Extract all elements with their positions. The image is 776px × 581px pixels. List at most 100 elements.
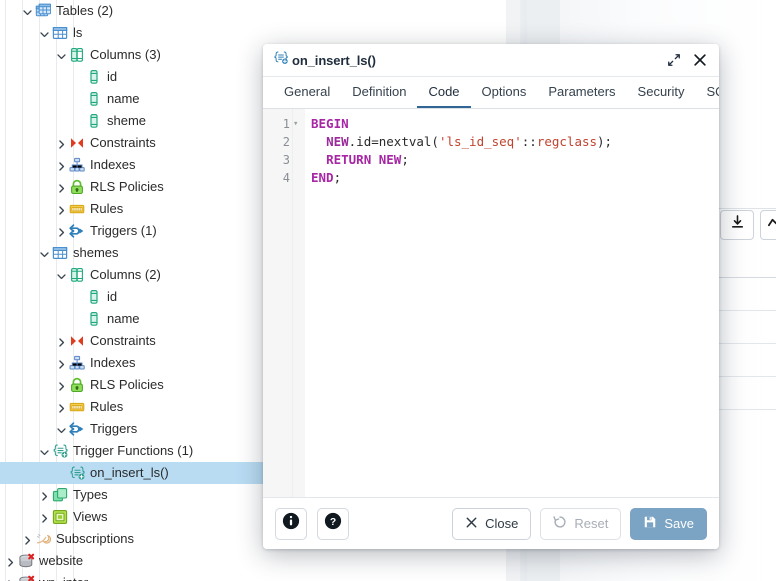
columns-icon (68, 47, 86, 63)
tree-item-label: RLS Policies (90, 377, 164, 392)
tree-twisty-none (54, 462, 68, 484)
trigger-function-icon (273, 50, 289, 71)
constraints-icon (68, 333, 86, 349)
chevron-right-icon[interactable] (54, 132, 68, 154)
editor-gutter: 1 2 3 4 (263, 109, 293, 497)
chevron-down-icon[interactable] (37, 242, 51, 264)
info-button[interactable] (275, 507, 307, 540)
column-icon (85, 311, 103, 327)
tab-code[interactable]: Code (417, 77, 471, 108)
chevron-right-icon[interactable] (3, 572, 17, 581)
code-token: BEGIN (311, 116, 349, 131)
tree-item-label: Triggers (90, 421, 138, 436)
close-button-label: Close (485, 516, 519, 531)
code-token: regclass (536, 134, 598, 149)
save-button[interactable]: Save (630, 507, 707, 540)
chevron-down-icon[interactable] (37, 22, 51, 44)
fold-slot (293, 169, 305, 187)
code-line[interactable]: RETURN NEW; (311, 151, 719, 169)
column-icon (85, 91, 103, 107)
indexes-icon (68, 157, 86, 173)
chevron-right-icon[interactable] (54, 198, 68, 220)
line-number: 1 (282, 117, 290, 131)
tree-item-label: Indexes (90, 157, 136, 172)
help-button[interactable]: ? (317, 507, 349, 540)
tab-options[interactable]: Options (471, 77, 538, 108)
chevron-right-icon[interactable] (54, 154, 68, 176)
tab-parameters[interactable]: Parameters (537, 77, 626, 108)
tree-item-wp-inter[interactable]: wp_inter (0, 572, 505, 581)
column-icon (85, 113, 103, 129)
chevron-right-icon[interactable] (3, 550, 17, 572)
chevron-down-icon[interactable] (20, 0, 34, 22)
code-editor[interactable]: 1 2 3 4 ▾ BEGIN NEW.id=nextval('ls_id_seq':… (263, 109, 719, 497)
rules-icon (68, 399, 86, 415)
chevron-right-icon[interactable] (54, 176, 68, 198)
chevron-down-icon[interactable] (54, 264, 68, 286)
download-button[interactable] (720, 210, 754, 240)
reset-button[interactable]: Reset (540, 507, 622, 540)
tree-item-label: Rules (90, 399, 124, 414)
code-token: ; (333, 170, 342, 185)
tree-item-label: Tables (2) (56, 3, 114, 18)
close-button[interactable]: Close (452, 507, 532, 540)
column-icon (85, 69, 103, 85)
dialog-tabbar[interactable]: General Definition Code Options Parameters Se… (263, 77, 719, 109)
views-icon (51, 509, 69, 525)
chevron-right-icon[interactable] (54, 374, 68, 396)
code-line[interactable]: NEW.id=nextval('ls_id_seq'::regclass); (311, 133, 719, 151)
tree-item-website[interactable]: website (0, 550, 505, 572)
graph-visualiser-button[interactable] (760, 210, 776, 240)
right-panel-toolbar (720, 210, 776, 240)
line-number: 3 (282, 153, 290, 167)
tab-sql[interactable]: SQL (696, 77, 719, 108)
database-disconnected-icon (17, 553, 35, 569)
chevron-right-icon[interactable] (37, 484, 51, 506)
tab-definition[interactable]: Definition (341, 77, 417, 108)
tab-security[interactable]: Security (627, 77, 696, 108)
editor-code-area[interactable]: BEGIN NEW.id=nextval('ls_id_seq'::regcla… (305, 109, 719, 497)
code-line[interactable]: END; (311, 169, 719, 187)
table-icon (51, 25, 69, 41)
tree-item-label: Indexes (90, 355, 136, 370)
dialog-title: on_insert_ls() (292, 52, 376, 68)
tree-item-label: ls (73, 25, 83, 40)
chevron-right-icon[interactable] (54, 396, 68, 418)
reset-icon (553, 515, 567, 532)
tree-item-label: id (107, 289, 118, 304)
tree-twisty-none (71, 88, 85, 110)
trigger-function-icon (68, 465, 86, 482)
info-icon (282, 512, 300, 535)
fold-marker-icon[interactable]: ▾ (293, 115, 305, 133)
chevron-down-icon[interactable] (54, 418, 68, 440)
tree-twisty-none (71, 110, 85, 132)
expand-icon[interactable] (667, 53, 681, 67)
tree-item-label: Constraints (90, 333, 156, 348)
chevron-right-icon[interactable] (37, 506, 51, 528)
code-token: END (311, 170, 334, 185)
tree-item-label: on_insert_ls() (90, 465, 169, 480)
code-line[interactable]: BEGIN (311, 115, 719, 133)
tab-general[interactable]: General (273, 77, 341, 108)
trigger-function-icon (51, 443, 69, 460)
tree-item-label: website (39, 553, 84, 568)
chevron-right-icon[interactable] (54, 330, 68, 352)
tree-item-label: Columns (2) (90, 267, 161, 282)
chevron-right-icon[interactable] (20, 528, 34, 550)
chevron-right-icon[interactable] (54, 220, 68, 242)
close-icon[interactable] (693, 53, 707, 67)
chevron-down-icon[interactable] (37, 440, 51, 462)
chevron-right-icon[interactable] (54, 352, 68, 374)
code-token: .id=nextval( (348, 134, 439, 149)
tree-item-ls[interactable]: ls (0, 22, 505, 44)
tree-item-label: Subscriptions (56, 531, 135, 546)
tree-item-tables-2[interactable]: Tables (2) (0, 0, 505, 22)
chevron-down-icon[interactable] (54, 44, 68, 66)
fold-slot (293, 151, 305, 169)
rls-policies-icon (68, 377, 86, 393)
database-disconnected-icon (17, 575, 35, 581)
tree-item-label: Constraints (90, 135, 156, 150)
line-number: 2 (282, 135, 290, 149)
editor-fold-gutter[interactable]: ▾ (293, 109, 305, 497)
close-x-icon (465, 516, 478, 532)
